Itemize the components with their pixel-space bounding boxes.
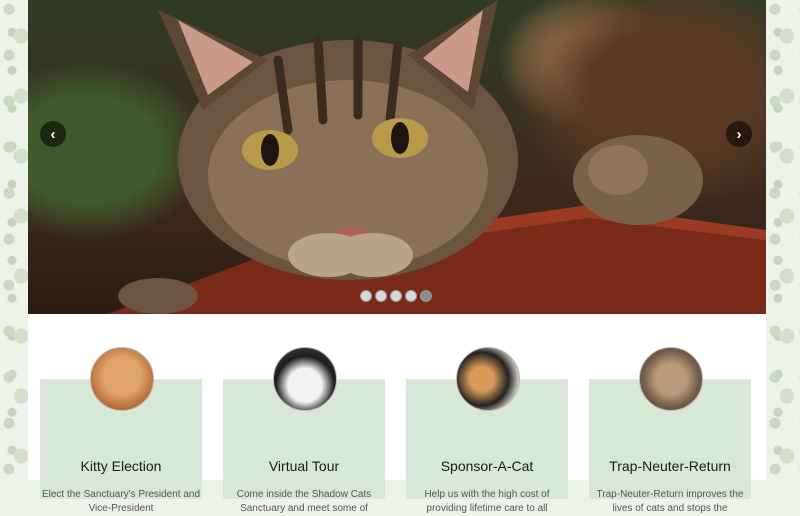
card-title[interactable]: Trap-Neuter-Return	[589, 458, 751, 474]
calico-cat-avatar	[456, 347, 520, 411]
tabby-cat-avatar	[639, 347, 703, 411]
slider-prev-button[interactable]: ‹	[40, 121, 66, 147]
hero-slider[interactable]: ‹ ›	[28, 0, 766, 314]
card-title[interactable]: Kitty Election	[40, 458, 202, 474]
slider-dot-1[interactable]	[360, 290, 372, 302]
background-pattern-left	[0, 0, 30, 480]
card-sponsor-a-cat[interactable]: Sponsor-A-Cat Help us with the high cost…	[406, 347, 568, 514]
card-trap-neuter-return[interactable]: Trap-Neuter-Return Trap-Neuter-Return im…	[589, 347, 751, 514]
hero-cat-image	[108, 0, 766, 314]
card-virtual-tour[interactable]: Virtual Tour Come inside the Shadow Cats…	[223, 347, 385, 514]
slider-pagination	[360, 290, 432, 302]
slider-dot-3[interactable]	[390, 290, 402, 302]
slider-dot-4[interactable]	[405, 290, 417, 302]
chevron-right-icon: ›	[736, 125, 742, 143]
page-container: ‹ › Kitty Election Elect the Sanctuary's…	[28, 0, 766, 514]
background-pattern-right	[766, 0, 800, 480]
slider-dot-5[interactable]	[420, 290, 432, 302]
card-title[interactable]: Sponsor-A-Cat	[406, 458, 568, 474]
slider-dot-2[interactable]	[375, 290, 387, 302]
card-description: Elect the Sanctuary's President and Vice…	[41, 489, 201, 514]
orange-cat-avatar	[90, 347, 154, 411]
card-description: Help us with the high cost of providing …	[424, 489, 550, 514]
card-description: Trap-Neuter-Return improves the lives of…	[596, 489, 744, 514]
feature-cards: Kitty Election Elect the Sanctuary's Pre…	[40, 347, 754, 514]
slider-next-button[interactable]: ›	[726, 121, 752, 147]
tuxedo-cat-avatar	[273, 347, 337, 411]
card-title[interactable]: Virtual Tour	[223, 458, 385, 474]
card-kitty-election[interactable]: Kitty Election Elect the Sanctuary's Pre…	[40, 347, 202, 514]
chevron-left-icon: ‹	[50, 125, 56, 143]
card-description: Come inside the Shadow Cats Sanctuary an…	[236, 489, 372, 514]
